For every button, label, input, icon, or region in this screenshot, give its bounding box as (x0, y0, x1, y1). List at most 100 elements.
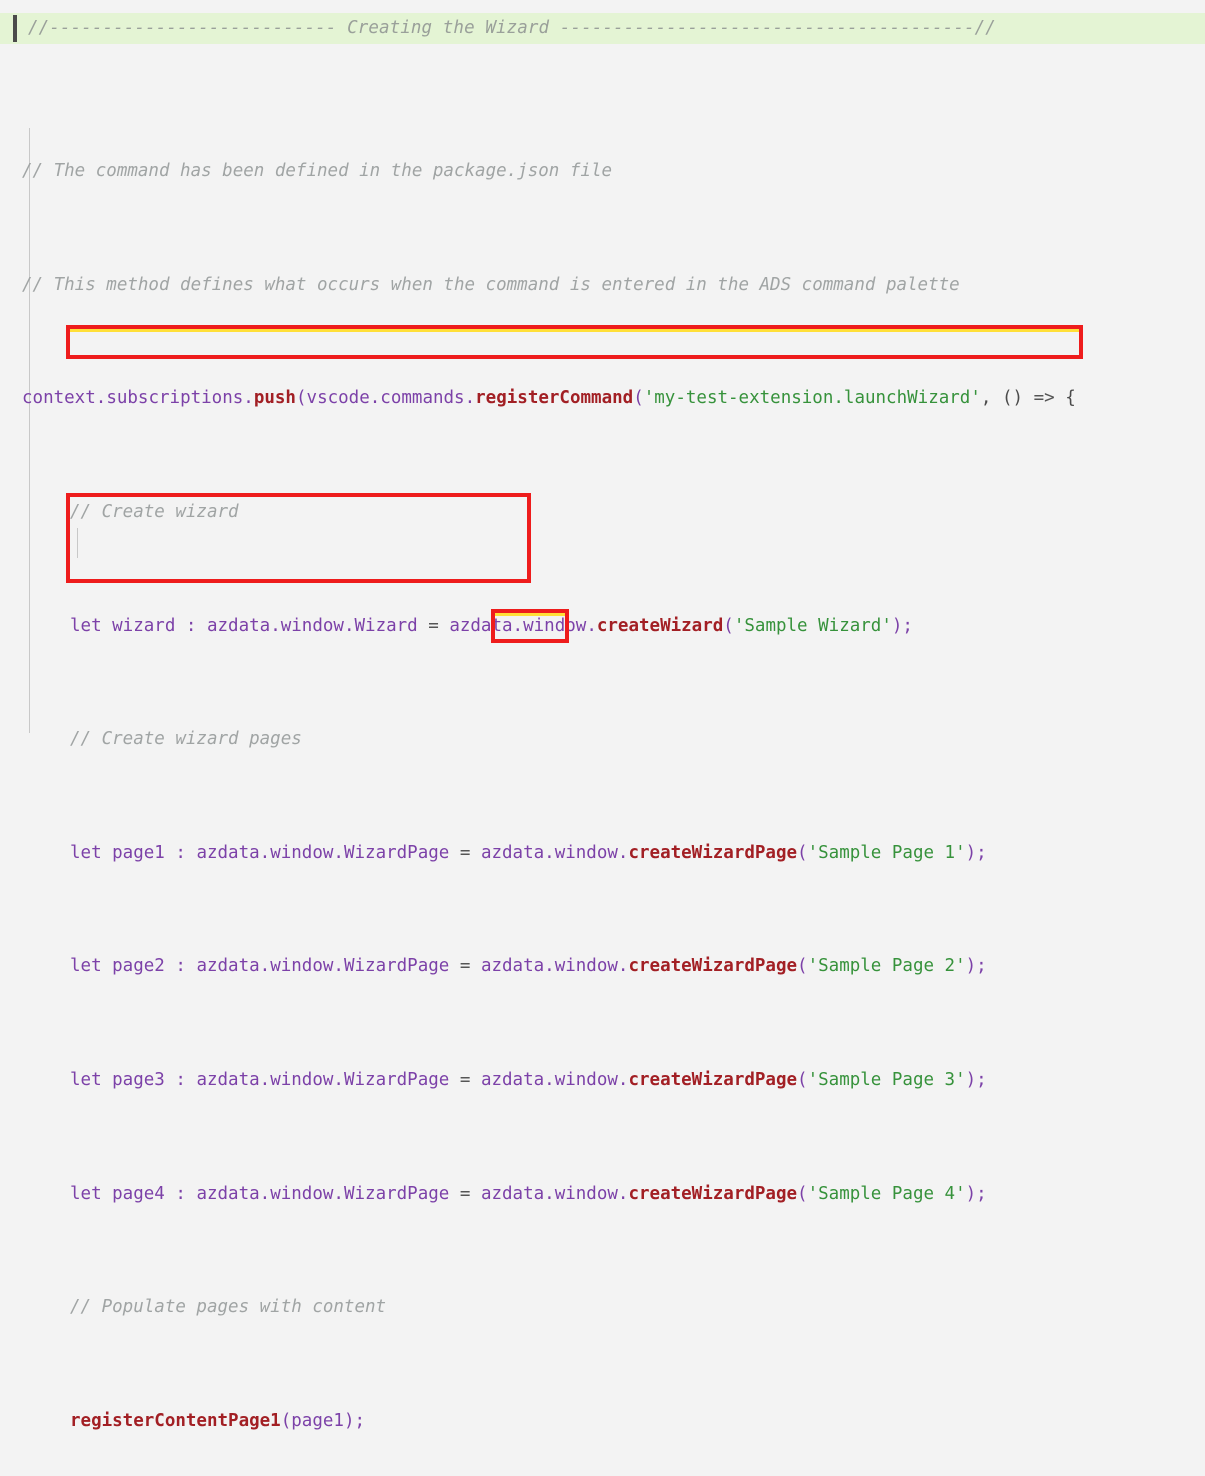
token: . (343, 615, 355, 636)
code-line: // Create wizard pages (0, 725, 1205, 753)
code-screenshot: //--------------------------- Creating t… (0, 0, 1205, 1431)
token: WizardPage (343, 842, 450, 863)
token: . (617, 1183, 629, 1204)
token: window (280, 615, 344, 636)
token: context (22, 388, 96, 409)
token: . (259, 1183, 271, 1204)
token: createWizard (596, 615, 724, 636)
string-token: 'Sample Page 1' (807, 842, 966, 863)
token: page2 : (101, 956, 197, 977)
token: ); (965, 956, 987, 977)
code-line: // Populate pages with content (0, 1293, 1205, 1321)
token: azdata (196, 1070, 260, 1091)
token: registerCommand (475, 388, 634, 409)
token: azdata (480, 956, 545, 977)
token: azdata (449, 615, 513, 636)
token: = (449, 1070, 481, 1091)
token: page1 (291, 1410, 344, 1431)
code-line: // The command has been defined in the p… (0, 157, 1205, 185)
token: azdata (196, 956, 260, 977)
comment-token: // Create wizard (70, 502, 239, 523)
token: . (259, 1070, 271, 1091)
token: . (333, 956, 344, 977)
token: = (417, 615, 450, 636)
code-line: context.subscriptions.push(vscode.comman… (0, 384, 1205, 412)
token: let (70, 842, 102, 863)
token: ( (797, 1183, 808, 1204)
token: let (70, 615, 102, 636)
token: azdata (196, 842, 260, 863)
token: registerContentPage1 (70, 1410, 281, 1431)
token: . (333, 1183, 344, 1204)
token: WizardPage (343, 1183, 450, 1204)
token: window (554, 956, 618, 977)
token: ( (723, 615, 734, 636)
section-banner: //--------------------------- Creating t… (0, 13, 1205, 44)
token: . (270, 615, 281, 636)
token: createWizardPage (628, 842, 798, 863)
token: window (554, 842, 618, 863)
token: . (95, 388, 107, 409)
token: . (243, 388, 254, 409)
string-token: 'my-test-extension.launchWizard' (643, 388, 981, 409)
code-line: let page2 : azdata.window.WizardPage = a… (0, 952, 1205, 980)
token: WizardPage (343, 956, 450, 977)
string-token: 'Sample Page 4' (807, 1183, 966, 1204)
token: page3 : (101, 1070, 197, 1091)
token: window (554, 1183, 618, 1204)
string-token: 'Sample Wizard' (733, 615, 892, 636)
token: = (449, 1183, 481, 1204)
comment-token: // Populate pages with content (70, 1297, 387, 1318)
token: window (523, 615, 587, 636)
token: , () (980, 388, 1034, 409)
token: Wizard (354, 615, 418, 636)
code-body: // The command has been defined in the p… (0, 72, 1205, 1476)
token: . (259, 842, 271, 863)
token: . (333, 842, 344, 863)
token: = (449, 842, 481, 863)
comment-token: // The command has been defined in the p… (22, 161, 613, 182)
token: ( (797, 956, 808, 977)
token: createWizardPage (628, 956, 798, 977)
token: createWizardPage (628, 1183, 798, 1204)
token: => (1033, 388, 1055, 409)
token: commands (380, 388, 465, 409)
token: = (449, 956, 481, 977)
token: window (554, 1070, 618, 1091)
token: ); (343, 1410, 366, 1431)
token: page1 : (101, 842, 197, 863)
token: azdata (196, 1183, 260, 1204)
token: azdata (206, 615, 271, 636)
token: . (544, 842, 555, 863)
token: . (512, 615, 524, 636)
token: . (259, 956, 271, 977)
token: azdata (480, 842, 545, 863)
string-token: 'Sample Page 2' (807, 956, 966, 977)
token: . (617, 956, 629, 977)
token: . (369, 388, 381, 409)
token: . (544, 956, 555, 977)
token: ( (633, 388, 644, 409)
code-line-page4-declaration: let page4 : azdata.window.WizardPage = a… (0, 1180, 1205, 1208)
string-token: 'Sample Page 3' (807, 1070, 966, 1091)
token: . (544, 1183, 555, 1204)
token: window (270, 1183, 334, 1204)
token: ( (797, 1070, 808, 1091)
token: page4 : (101, 1183, 197, 1204)
code-line: registerContentPage1(page1); (0, 1407, 1205, 1435)
token: . (464, 388, 476, 409)
token: WizardPage (343, 1070, 450, 1091)
token: azdata (480, 1183, 545, 1204)
comment-token: // This method defines what occurs when … (22, 274, 960, 295)
token: ( (295, 388, 307, 409)
token: azdata (480, 1070, 545, 1091)
token: ); (965, 1183, 987, 1204)
token: ( (280, 1410, 292, 1431)
token: . (333, 1070, 344, 1091)
token: let (70, 956, 102, 977)
token: window (270, 1070, 334, 1091)
token: . (617, 842, 629, 863)
token: ); (965, 1070, 987, 1091)
token: ); (891, 615, 913, 636)
token: . (544, 1070, 555, 1091)
